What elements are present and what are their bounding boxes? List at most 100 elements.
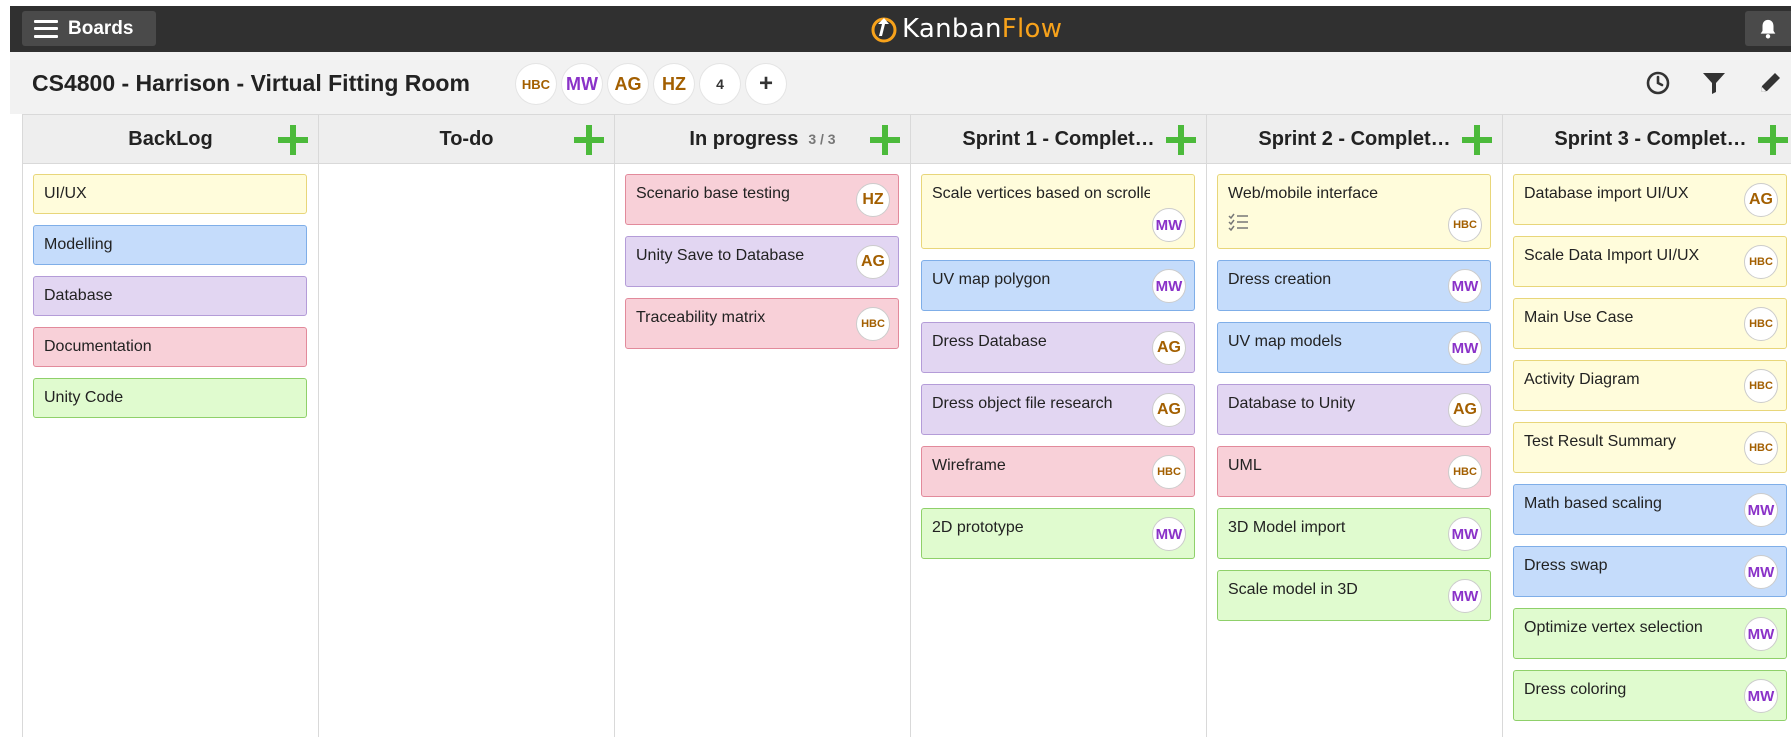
column-header[interactable]: Sprint 3 - Complet…	[1503, 114, 1791, 164]
add-icon[interactable]	[870, 125, 900, 155]
task-card[interactable]: Scale vertices based on scroller MW	[921, 174, 1195, 249]
assignee-avatar[interactable]: HZ	[856, 183, 890, 217]
add-icon[interactable]	[1462, 125, 1492, 155]
column-body: Scenario base testing HZ Unity Save to Da…	[615, 164, 910, 370]
filter-button[interactable]	[1699, 68, 1729, 98]
assignee-avatar[interactable]: HBC	[1448, 455, 1482, 489]
column-title: Sprint 2 - Complet…	[1258, 127, 1451, 150]
member-avatar[interactable]: AG	[608, 64, 648, 104]
task-card[interactable]: Scale Data Import UI/UX HBC	[1513, 236, 1787, 287]
assignee-avatar[interactable]: MW	[1744, 493, 1778, 527]
assignee-avatar[interactable]: HBC	[1152, 455, 1186, 489]
assignee-avatar[interactable]: AG	[1152, 331, 1186, 365]
assignee-avatar[interactable]: HBC	[1744, 245, 1778, 279]
task-card[interactable]: Database	[33, 276, 307, 316]
task-card[interactable]: Unity Save to Database AG	[625, 236, 899, 287]
task-card[interactable]: Unity Code	[33, 378, 307, 418]
card-title: Wireframe	[932, 457, 1006, 474]
assignee-avatar[interactable]: MW	[1448, 269, 1482, 303]
boards-menu-button[interactable]: Boards	[22, 11, 156, 46]
board-header: CS4800 - Harrison - Virtual Fitting Room…	[10, 52, 1791, 114]
task-card[interactable]: Web/mobile interface HBC	[1217, 174, 1491, 249]
task-card[interactable]: UI/UX	[33, 174, 307, 214]
column-header[interactable]: In progress 3 / 3	[615, 114, 910, 164]
member-count-badge[interactable]: 4	[700, 64, 740, 104]
task-card[interactable]: Documentation	[33, 327, 307, 367]
task-card[interactable]: UML HBC	[1217, 446, 1491, 497]
add-icon[interactable]	[1758, 125, 1788, 155]
notifications-button[interactable]	[1745, 11, 1791, 46]
assignee-avatar[interactable]: MW	[1448, 517, 1482, 551]
task-card[interactable]: Dress object file research AG	[921, 384, 1195, 435]
add-icon[interactable]	[1166, 125, 1196, 155]
board-members: HBC MW AG HZ 4 +	[516, 64, 786, 104]
card-title: 2D prototype	[932, 519, 1024, 536]
assignee-avatar[interactable]: AG	[856, 245, 890, 279]
app-logo[interactable]: KanbanFlow	[870, 14, 1062, 44]
assignee-avatar[interactable]: MW	[1744, 679, 1778, 713]
assignee-avatar[interactable]: HBC	[1744, 369, 1778, 403]
member-avatar[interactable]: HZ	[654, 64, 694, 104]
member-avatar[interactable]: HBC	[516, 64, 556, 104]
column-body: UI/UX Modelling Database Documentation U…	[23, 164, 318, 439]
task-card[interactable]: Database to Unity AG	[1217, 384, 1491, 435]
column-header[interactable]: Sprint 2 - Complet…	[1207, 114, 1502, 164]
column-header[interactable]: To-do	[319, 114, 614, 164]
assignee-avatar[interactable]: MW	[1448, 579, 1482, 613]
task-card[interactable]: Scenario base testing HZ	[625, 174, 899, 225]
task-card[interactable]: Optimize vertex selection MW	[1513, 608, 1787, 659]
card-title: UV map models	[1228, 333, 1342, 350]
card-title: Scale Data Import UI/UX	[1524, 247, 1700, 264]
edit-board-button[interactable]	[1755, 68, 1785, 98]
wip-limit-badge: 3 / 3	[808, 131, 836, 147]
task-card[interactable]: Scale model in 3D MW	[1217, 570, 1491, 621]
add-icon[interactable]	[278, 125, 308, 155]
assignee-avatar[interactable]: MW	[1152, 269, 1186, 303]
card-title: Scenario base testing	[636, 185, 790, 202]
card-title: UML	[1228, 457, 1262, 474]
assignee-avatar[interactable]: HBC	[856, 307, 890, 341]
history-button[interactable]	[1643, 68, 1673, 98]
task-card[interactable]: 3D Model import MW	[1217, 508, 1491, 559]
card-title: Dress coloring	[1524, 681, 1627, 698]
task-card[interactable]: Math based scaling MW	[1513, 484, 1787, 535]
assignee-avatar[interactable]: AG	[1152, 393, 1186, 427]
card-title: Unity Code	[44, 389, 124, 406]
column-header[interactable]: BackLog	[23, 114, 318, 164]
member-avatar[interactable]: MW	[562, 64, 602, 104]
menu-icon	[34, 19, 58, 38]
task-card[interactable]: Database import UI/UX AG	[1513, 174, 1787, 225]
assignee-avatar[interactable]: MW	[1744, 555, 1778, 589]
assignee-avatar[interactable]: MW	[1152, 208, 1186, 242]
add-member-button[interactable]: +	[746, 64, 786, 104]
column-body	[319, 164, 614, 184]
task-card[interactable]: UV map models MW	[1217, 322, 1491, 373]
task-card[interactable]: Modelling	[33, 225, 307, 265]
assignee-avatar[interactable]: HBC	[1744, 307, 1778, 341]
bell-icon	[1760, 19, 1776, 39]
task-card[interactable]: Dress swap MW	[1513, 546, 1787, 597]
task-card[interactable]: 2D prototype MW	[921, 508, 1195, 559]
task-card[interactable]: UV map polygon MW	[921, 260, 1195, 311]
assignee-avatar[interactable]: AG	[1744, 183, 1778, 217]
task-card[interactable]: Test Result Summary HBC	[1513, 422, 1787, 473]
assignee-avatar[interactable]: AG	[1448, 393, 1482, 427]
assignee-avatar[interactable]: HBC	[1744, 431, 1778, 465]
task-card[interactable]: Dress creation MW	[1217, 260, 1491, 311]
logo-text: KanbanFlow	[902, 14, 1062, 44]
assignee-avatar[interactable]: HBC	[1448, 208, 1482, 242]
task-card[interactable]: Dress Database AG	[921, 322, 1195, 373]
assignee-avatar[interactable]: MW	[1744, 617, 1778, 651]
task-card[interactable]: Traceability matrix HBC	[625, 298, 899, 349]
column-sprint-2: Sprint 2 - Complet… Web/mobile interface…	[1206, 114, 1502, 737]
card-title: Test Result Summary	[1524, 433, 1677, 450]
task-card[interactable]: Wireframe HBC	[921, 446, 1195, 497]
add-icon[interactable]	[574, 125, 604, 155]
task-card[interactable]: Activity Diagram HBC	[1513, 360, 1787, 411]
assignee-avatar[interactable]: MW	[1448, 331, 1482, 365]
column-header[interactable]: Sprint 1 - Complet…	[911, 114, 1206, 164]
task-card[interactable]: Main Use Case HBC	[1513, 298, 1787, 349]
assignee-avatar[interactable]: MW	[1152, 517, 1186, 551]
task-card[interactable]: Dress coloring MW	[1513, 670, 1787, 721]
column-in-progress: In progress 3 / 3 Scenario base testing H…	[614, 114, 910, 737]
